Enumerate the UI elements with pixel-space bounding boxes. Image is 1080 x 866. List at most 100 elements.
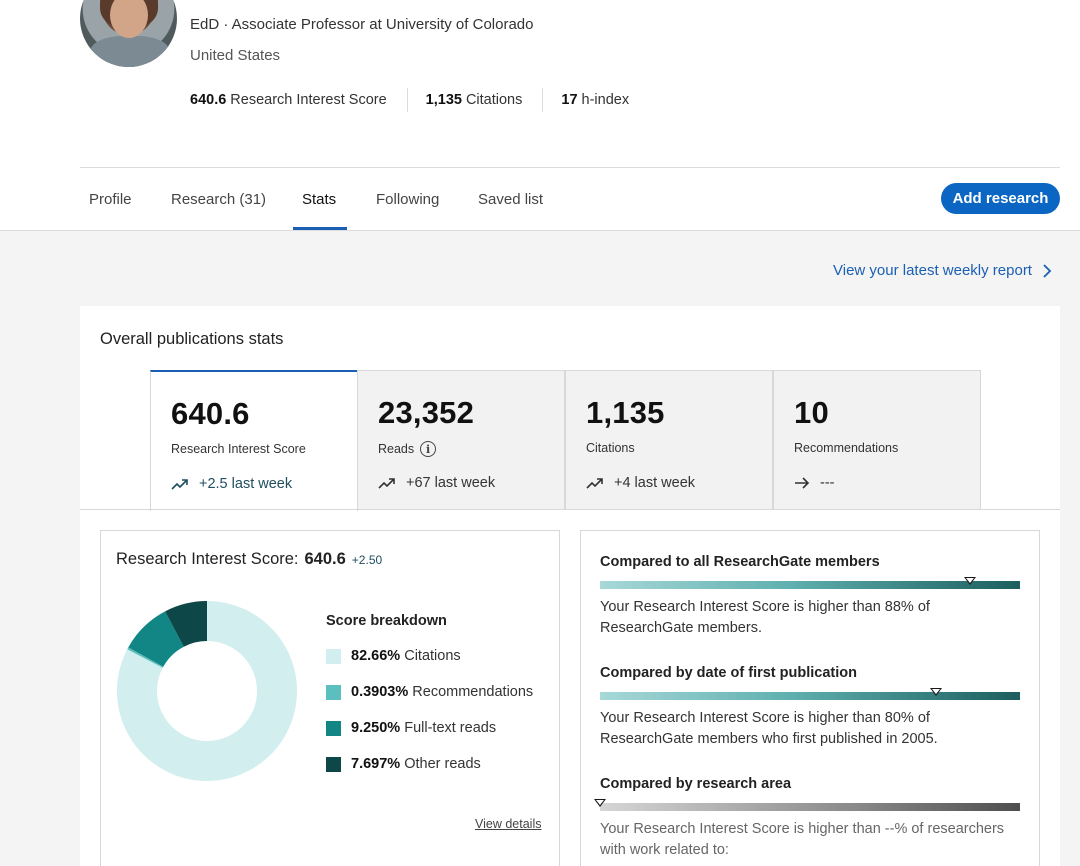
- comparison-research-area: Compared by research area Your Research …: [594, 776, 1020, 861]
- kpi-value: 23,352: [378, 395, 475, 430]
- comparison-title: Compared by research area: [600, 776, 792, 792]
- ris-value: 640.6: [304, 550, 346, 568]
- legend-value: 0.3903%: [351, 684, 409, 700]
- tab-stats[interactable]: Stats: [302, 191, 336, 208]
- metric-label: Citations: [465, 92, 523, 108]
- publications-stats-card: Overall publications stats 640.6 Researc…: [80, 306, 1060, 866]
- percentile-bar: [600, 688, 1020, 700]
- profile-header: EdD · Associate Professor at University …: [0, 0, 1080, 231]
- kpi-trend-text: +2.5 last week: [199, 476, 293, 492]
- legend-label: Other reads: [404, 756, 481, 772]
- kpi-trend: ---: [794, 475, 835, 491]
- metric-label: Research Interest Score: [230, 92, 387, 108]
- percentile-marker: [963, 577, 976, 585]
- legend-text: 0.3903% Recommendations: [351, 684, 533, 700]
- kpi-trend-text: +67 last week: [406, 475, 496, 491]
- kpi-trend: +4 last week: [586, 475, 695, 491]
- trending-up-icon: [586, 478, 603, 489]
- metric-separator: [406, 88, 408, 112]
- legend-swatch: [326, 648, 341, 664]
- metric-h-index[interactable]: 17 h-index: [561, 89, 649, 111]
- comparison-first-publication: Compared by date of first publication Yo…: [600, 665, 1020, 750]
- metric-value: 1,135: [425, 92, 462, 108]
- add-research-button[interactable]: Add research: [941, 183, 1060, 214]
- metric-value: 640.6: [190, 92, 227, 108]
- comparison-title: Compared by date of first publication: [600, 665, 857, 681]
- legend-label: Full-text reads: [404, 720, 497, 736]
- kpi-recommendations[interactable]: 10 Recommendations ---: [773, 370, 981, 510]
- tab-saved-list[interactable]: Saved list: [478, 191, 543, 208]
- profile-country: United States: [190, 47, 281, 64]
- profile-metrics: 640.6 Research Interest Score 1,135 Cita…: [190, 88, 649, 112]
- kpi-value: 1,135: [586, 395, 665, 430]
- active-tab-indicator: [293, 227, 347, 230]
- profile-subtitle: EdD · Associate Professor at University …: [190, 16, 534, 33]
- percentile-bar: [600, 577, 1020, 589]
- legend-text: 82.66% Citations: [351, 648, 461, 664]
- kpi-value: 640.6: [171, 396, 250, 431]
- avatar-scarf: [90, 36, 170, 67]
- tabs-divider: [80, 167, 1060, 168]
- metric-citations[interactable]: 1,135 Citations: [426, 89, 543, 111]
- percentile-marker: [930, 688, 942, 696]
- kpi-label: Recommendations: [794, 441, 898, 455]
- legend-item-full-text-reads: 9.250% Full-text reads: [326, 720, 496, 736]
- comparison-text: Your Research Interest Score is higher t…: [600, 821, 1005, 858]
- kpi-row: 640.6 Research Interest Score +2.5 last …: [150, 370, 982, 511]
- tab-profile[interactable]: Profile: [89, 191, 132, 208]
- ris-title: Research Interest Score: 640.6 +2.50: [116, 550, 382, 569]
- kpi-label-text: Citations: [586, 441, 635, 455]
- kpi-research-interest-score[interactable]: 640.6 Research Interest Score +2.5 last …: [150, 370, 358, 511]
- trending-up-icon: [378, 478, 395, 489]
- arrow-right-icon: [795, 477, 810, 489]
- legend-label: Citations: [404, 648, 461, 664]
- ris-title-label: Research Interest Score:: [116, 550, 299, 568]
- comparison-all-members: Compared to all ResearchGate members You…: [600, 554, 1020, 639]
- legend-swatch: [326, 684, 341, 700]
- ris-delta: +2.50: [351, 553, 383, 567]
- legend-value: 82.66%: [351, 648, 401, 664]
- metric-separator: [542, 88, 544, 112]
- kpi-trend-text: ---: [820, 475, 835, 491]
- comparison-text: Your Research Interest Score is higher t…: [600, 599, 930, 636]
- kpi-trend-text: +4 last week: [614, 475, 696, 491]
- metric-ris[interactable]: 640.6 Research Interest Score: [190, 89, 407, 111]
- weekly-report-link[interactable]: View your latest weekly report: [833, 262, 1052, 279]
- weekly-report-label: View your latest weekly report: [833, 262, 1032, 279]
- kpi-label-text: Recommendations: [794, 441, 899, 455]
- breakdown-title: Score breakdown: [326, 613, 447, 629]
- chevron-right-icon: [1043, 263, 1052, 278]
- kpi-label-text: Research Interest Score: [171, 442, 306, 456]
- percentile-marker: [594, 799, 606, 807]
- kpi-value: 10: [794, 395, 829, 430]
- legend-text: 9.250% Full-text reads: [351, 720, 496, 736]
- tab-research[interactable]: Research (31): [171, 191, 266, 208]
- legend-value: 9.250%: [351, 720, 401, 736]
- kpi-trend: +2.5 last week: [171, 476, 292, 492]
- metric-label: h-index: [581, 92, 630, 108]
- legend-swatch: [326, 720, 341, 736]
- legend-label: Recommendations: [412, 684, 534, 700]
- trending-up-icon: [171, 479, 188, 490]
- metric-value: 17: [561, 92, 578, 108]
- comparison-panel: Compared to all ResearchGate members You…: [580, 530, 1040, 866]
- stats-title: Overall publications stats: [100, 330, 284, 348]
- legend-value: 7.697%: [351, 756, 401, 772]
- kpi-label-text: Reads: [378, 442, 415, 456]
- kpi-baseline: [80, 509, 1060, 510]
- comparison-title: Compared to all ResearchGate members: [600, 554, 880, 570]
- legend-text: 7.697% Other reads: [351, 756, 481, 772]
- view-details-link[interactable]: View details: [475, 817, 541, 831]
- tab-following[interactable]: Following: [376, 191, 439, 208]
- avatar-face: [110, 0, 148, 38]
- kpi-label: Reads i: [378, 441, 437, 457]
- kpi-citations[interactable]: 1,135 Citations +4 last week: [565, 370, 773, 510]
- legend-item-citations: 82.66% Citations: [326, 648, 461, 664]
- avatar[interactable]: [80, 0, 177, 67]
- kpi-trend: +67 last week: [378, 475, 495, 491]
- score-breakdown-donut-chart: [117, 601, 297, 781]
- comparison-text: Your Research Interest Score is higher t…: [600, 710, 938, 747]
- info-icon[interactable]: i: [420, 441, 437, 457]
- kpi-reads[interactable]: 23,352 Reads i +67 last week: [357, 370, 565, 510]
- kpi-label: Research Interest Score: [171, 442, 306, 456]
